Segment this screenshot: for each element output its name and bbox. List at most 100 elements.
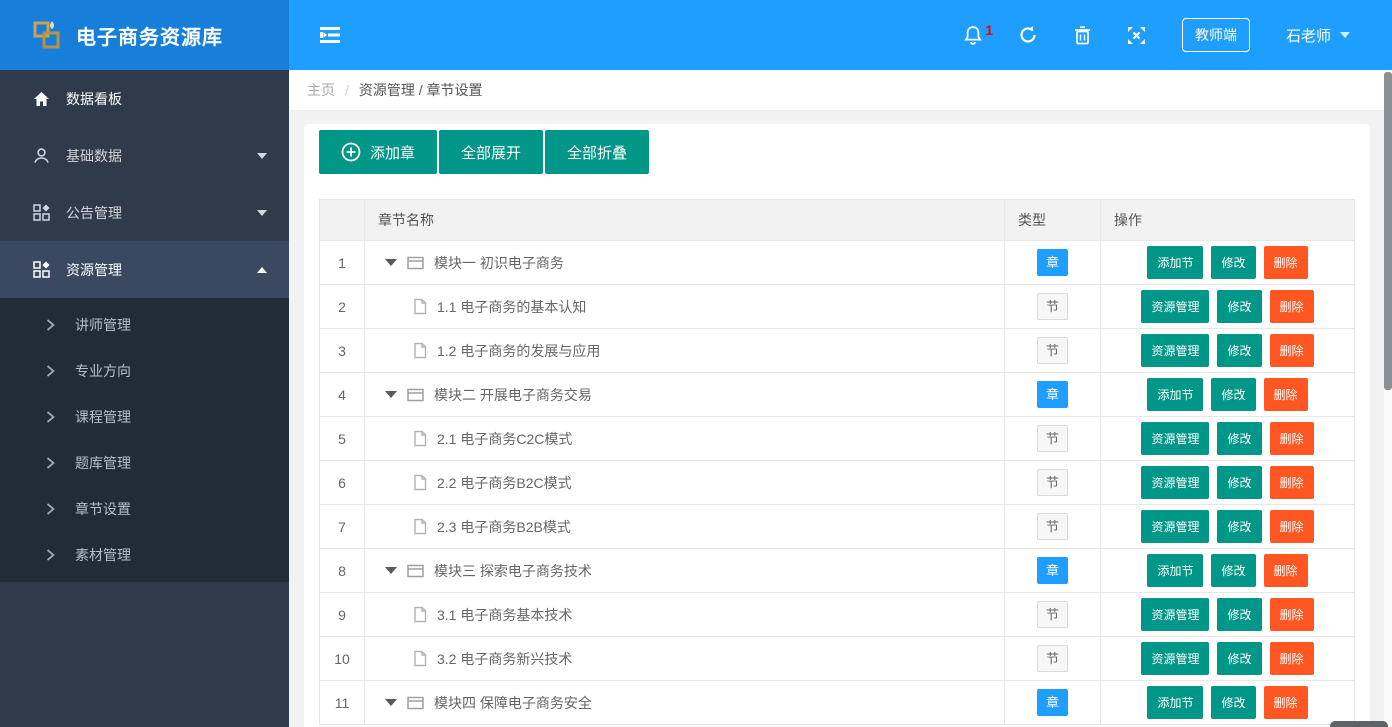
delete-button[interactable]: 删除 [1269,422,1314,455]
horizontal-scrollbar-thumb[interactable] [1330,721,1388,727]
fullscreen-icon[interactable] [1127,26,1146,45]
add-section-button[interactable]: 添加节 [1147,246,1204,279]
submenu-item-4[interactable]: 章节设置 [0,486,289,532]
delete-button[interactable]: 删除 [1269,466,1314,499]
app-logo: 电子商务资源库 [0,0,289,70]
submenu-item-label: 章节设置 [75,501,131,517]
resource-manage-button[interactable]: 资源管理 [1141,510,1210,543]
resource-manage-button[interactable]: 资源管理 [1141,466,1210,499]
submenu-item-1[interactable]: 专业方向 [0,348,289,394]
sidebar-item-announcements[interactable]: 公告管理 [0,184,289,241]
row-index: 5 [319,416,365,461]
delete-button[interactable]: 删除 [1263,246,1308,279]
breadcrumb-separator: / [345,82,349,98]
type-badge: 节 [1036,601,1068,628]
row-type-cell: 章 [1004,372,1101,417]
edit-button[interactable]: 修改 [1217,290,1262,323]
topbar: 1 教师端 石老师 [289,0,1392,70]
caret-down-icon[interactable] [385,567,397,574]
vertical-scrollbar-thumb[interactable] [1384,72,1392,390]
submenu-item-2[interactable]: 课程管理 [0,394,289,440]
chevron-right-icon [46,549,55,561]
folder-icon [407,256,424,269]
edit-button[interactable]: 修改 [1217,598,1262,631]
submenu-item-label: 题库管理 [75,455,131,471]
sidebar-collapse-icon[interactable] [319,26,341,44]
row-type-cell: 章 [1004,548,1101,593]
chevron-right-icon [46,365,55,377]
edit-button[interactable]: 修改 [1217,642,1262,675]
add-section-button[interactable]: 添加节 [1147,686,1204,719]
table-row: 11 模块四 保障电子商务安全 章 添加节 修改 删除 [319,680,1355,725]
caret-down-icon [1340,32,1350,38]
delete-button[interactable]: 删除 [1269,290,1314,323]
resource-manage-button[interactable]: 资源管理 [1141,290,1210,323]
add-section-button[interactable]: 添加节 [1147,554,1204,587]
delete-button[interactable]: 删除 [1263,554,1308,587]
file-icon [414,342,427,359]
caret-down-icon[interactable] [385,699,397,706]
expand-all-button[interactable]: 全部展开 [439,130,544,174]
edit-button[interactable]: 修改 [1217,334,1262,367]
add-section-button[interactable]: 添加节 [1147,378,1204,411]
edit-button[interactable]: 修改 [1211,246,1256,279]
add-chapter-button[interactable]: 添加章 [319,130,438,174]
table-row: 8 模块三 探索电子商务技术 章 添加节 修改 删除 [319,548,1355,593]
sidebar-item-dashboard[interactable]: 数据看板 [0,70,289,127]
chevron-right-icon [46,411,55,423]
row-name-cell: 2.3 电子商务B2B模式 [364,504,1005,549]
caret-down-icon[interactable] [385,391,397,398]
resource-manage-button[interactable]: 资源管理 [1141,642,1210,675]
sidebar-item-basic-data[interactable]: 基础数据 [0,127,289,184]
resource-manage-button[interactable]: 资源管理 [1141,598,1210,631]
user-menu[interactable]: 石老师 [1286,25,1350,46]
row-index: 3 [319,328,365,373]
sidebar-item-resources[interactable]: 资源管理 [0,241,289,298]
row-actions: 添加节 修改 删除 [1100,680,1355,725]
notification-bell-icon[interactable]: 1 [964,22,993,45]
delete-button[interactable]: 删除 [1263,686,1308,719]
edit-button[interactable]: 修改 [1211,378,1256,411]
submenu-item-0[interactable]: 讲师管理 [0,302,289,348]
trash-icon[interactable] [1074,25,1091,45]
row-actions: 资源管理 修改 删除 [1100,460,1355,505]
row-name: 模块三 探索电子商务技术 [434,562,592,579]
delete-button[interactable]: 删除 [1269,510,1314,543]
vertical-scrollbar-track[interactable] [1384,70,1392,727]
submenu-item-label: 专业方向 [75,363,131,379]
teacher-portal-button[interactable]: 教师端 [1181,18,1250,52]
breadcrumb-home[interactable]: 主页 [307,80,335,100]
edit-button[interactable]: 修改 [1211,686,1256,719]
resource-manage-button[interactable]: 资源管理 [1141,334,1210,367]
delete-button[interactable]: 删除 [1263,378,1308,411]
row-name-cell: 1.1 电子商务的基本认知 [364,284,1005,329]
refresh-icon[interactable] [1018,25,1038,45]
caret-down-icon[interactable] [385,259,397,266]
delete-button[interactable]: 删除 [1269,334,1314,367]
sidebar-item-label: 资源管理 [66,261,122,278]
row-name-cell: 2.2 电子商务B2C模式 [364,460,1005,505]
caret-up-icon [257,266,267,273]
row-name: 1.2 电子商务的发展与应用 [437,342,601,359]
row-actions: 资源管理 修改 删除 [1100,284,1355,329]
submenu-item-3[interactable]: 题库管理 [0,440,289,486]
edit-button[interactable]: 修改 [1217,466,1262,499]
edit-button[interactable]: 修改 [1211,554,1256,587]
row-index: 9 [319,592,365,637]
edit-button[interactable]: 修改 [1217,422,1262,455]
chapter-table-body: 1 模块一 初识电子商务章添加节 修改 删除 2 1.1 电子商务的基本认知节资源管理 修改… [319,240,1355,725]
row-actions: 资源管理 修改 删除 [1100,504,1355,549]
topbar-actions: 1 教师端 石老师 [964,18,1350,52]
row-name-cell: 3.2 电子商务新兴技术 [364,636,1005,681]
collapse-all-button[interactable]: 全部折叠 [545,130,650,174]
edit-button[interactable]: 修改 [1217,510,1262,543]
delete-button[interactable]: 删除 [1269,598,1314,631]
resource-manage-button[interactable]: 资源管理 [1141,422,1210,455]
delete-button[interactable]: 删除 [1269,642,1314,675]
chevron-right-icon [46,457,55,469]
app-title: 电子商务资源库 [76,26,223,49]
user-icon [30,147,52,164]
submenu-item-5[interactable]: 素材管理 [0,532,289,578]
row-name: 2.3 电子商务B2B模式 [437,518,571,535]
row-type-cell: 节 [1004,636,1101,681]
